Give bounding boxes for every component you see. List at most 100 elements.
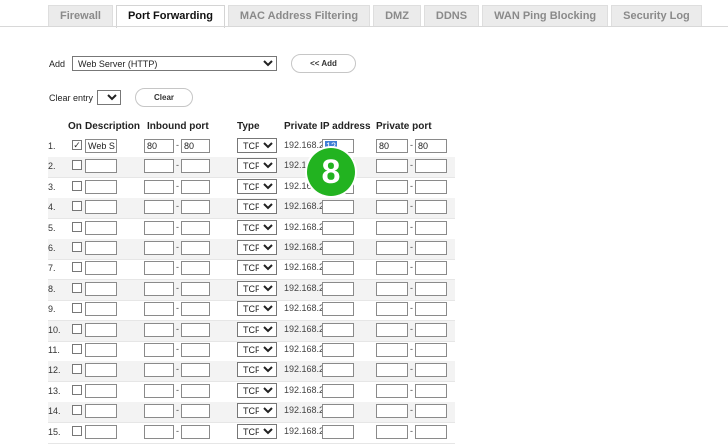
row-enable-checkbox[interactable]	[72, 364, 82, 374]
private-port-start-input[interactable]	[376, 221, 408, 235]
private-port-start-input[interactable]	[376, 159, 408, 173]
private-port-end-input[interactable]	[415, 180, 447, 194]
private-port-start-input[interactable]	[376, 261, 408, 275]
private-port-start-input[interactable]	[376, 363, 408, 377]
private-port-end-input[interactable]	[415, 282, 447, 296]
description-input[interactable]	[85, 343, 117, 357]
row-enable-checkbox[interactable]	[72, 405, 82, 415]
description-input[interactable]	[85, 241, 117, 255]
protocol-select[interactable]: TCP	[237, 240, 277, 255]
private-ip-last-octet-input[interactable]	[322, 261, 354, 275]
description-input[interactable]	[85, 159, 117, 173]
protocol-select[interactable]: TCP	[237, 342, 277, 357]
row-enable-checkbox[interactable]	[72, 283, 82, 293]
tab-dmz[interactable]: DMZ	[373, 5, 421, 27]
private-port-end-input[interactable]	[415, 221, 447, 235]
inbound-port-end-input[interactable]	[181, 241, 210, 255]
row-enable-checkbox[interactable]	[72, 201, 82, 211]
private-port-start-input[interactable]: 80	[376, 139, 408, 153]
private-ip-last-octet-input[interactable]	[322, 323, 354, 337]
protocol-select[interactable]: TCP	[237, 158, 277, 173]
private-ip-last-octet-input[interactable]	[322, 200, 354, 214]
row-enable-checkbox[interactable]	[72, 262, 82, 272]
private-port-end-input[interactable]	[415, 200, 447, 214]
private-port-end-input[interactable]	[415, 404, 447, 418]
description-input[interactable]	[85, 384, 117, 398]
private-port-start-input[interactable]	[376, 343, 408, 357]
private-port-start-input[interactable]	[376, 425, 408, 439]
inbound-port-start-input[interactable]	[144, 241, 174, 255]
inbound-port-start-input[interactable]	[144, 363, 174, 377]
inbound-port-end-input[interactable]	[181, 323, 210, 337]
row-enable-checkbox[interactable]	[72, 242, 82, 252]
private-ip-last-octet-input[interactable]	[322, 221, 354, 235]
private-port-start-input[interactable]	[376, 180, 408, 194]
tab-wan-ping-blocking[interactable]: WAN Ping Blocking	[482, 5, 609, 27]
add-button[interactable]: << Add	[291, 54, 357, 73]
private-port-end-input[interactable]	[415, 343, 447, 357]
protocol-select[interactable]: TCP	[237, 281, 277, 296]
tab-ddns[interactable]: DDNS	[423, 5, 480, 27]
tab-port-forwarding[interactable]: Port Forwarding	[115, 5, 225, 28]
inbound-port-start-input[interactable]	[144, 221, 174, 235]
inbound-port-end-input[interactable]	[181, 261, 210, 275]
description-input[interactable]: Web S	[85, 139, 117, 153]
private-port-start-input[interactable]	[376, 384, 408, 398]
protocol-select[interactable]: TCP	[237, 260, 277, 275]
private-port-start-input[interactable]	[376, 323, 408, 337]
private-port-end-input[interactable]	[415, 302, 447, 316]
clear-button[interactable]: Clear	[135, 88, 194, 107]
inbound-port-start-input[interactable]	[144, 323, 174, 337]
private-ip-last-octet-input[interactable]	[322, 384, 354, 398]
private-ip-last-octet-input[interactable]	[322, 343, 354, 357]
inbound-port-end-input[interactable]	[181, 282, 210, 296]
inbound-port-start-input[interactable]	[144, 384, 174, 398]
description-input[interactable]	[85, 221, 117, 235]
protocol-select[interactable]: TCP	[237, 179, 277, 194]
inbound-port-start-input[interactable]	[144, 180, 174, 194]
private-port-end-input[interactable]	[415, 261, 447, 275]
row-enable-checkbox[interactable]	[72, 181, 82, 191]
service-select[interactable]: Web Server (HTTP)	[72, 56, 278, 71]
private-ip-last-octet-input[interactable]	[322, 363, 354, 377]
row-enable-checkbox[interactable]	[72, 222, 82, 232]
private-port-end-input[interactable]	[415, 159, 447, 173]
row-enable-checkbox[interactable]: ✓	[72, 140, 82, 150]
description-input[interactable]	[85, 425, 117, 439]
inbound-port-end-input[interactable]	[181, 200, 210, 214]
protocol-select[interactable]: TCP	[237, 383, 277, 398]
inbound-port-start-input[interactable]	[144, 343, 174, 357]
protocol-select[interactable]: TCP	[237, 322, 277, 337]
row-enable-checkbox[interactable]	[72, 385, 82, 395]
protocol-select[interactable]: TCP	[237, 424, 277, 439]
inbound-port-end-input[interactable]	[181, 221, 210, 235]
tab-mac-address-filtering[interactable]: MAC Address Filtering	[227, 5, 371, 27]
private-ip-last-octet-input[interactable]	[322, 425, 354, 439]
private-port-end-input[interactable]	[415, 384, 447, 398]
protocol-select[interactable]: TCP	[237, 220, 277, 235]
private-ip-last-octet-input[interactable]	[322, 404, 354, 418]
tab-firewall[interactable]: Firewall	[48, 5, 113, 27]
inbound-port-end-input[interactable]	[181, 384, 210, 398]
description-input[interactable]	[85, 363, 117, 377]
inbound-port-start-input[interactable]	[144, 282, 174, 296]
inbound-port-start-input[interactable]: 80	[144, 139, 174, 153]
private-port-start-input[interactable]	[376, 302, 408, 316]
tab-security-log[interactable]: Security Log	[611, 5, 702, 27]
private-ip-last-octet-input[interactable]	[322, 241, 354, 255]
row-enable-checkbox[interactable]	[72, 324, 82, 334]
row-enable-checkbox[interactable]	[72, 160, 82, 170]
inbound-port-start-input[interactable]	[144, 261, 174, 275]
private-port-end-input[interactable]: 80	[415, 139, 447, 153]
inbound-port-end-input[interactable]	[181, 363, 210, 377]
clear-entry-select[interactable]: 1	[97, 90, 122, 105]
protocol-select[interactable]: TCP	[237, 301, 277, 316]
private-port-end-input[interactable]	[415, 425, 447, 439]
inbound-port-start-input[interactable]	[144, 302, 174, 316]
protocol-select[interactable]: TCP	[237, 138, 277, 153]
inbound-port-end-input[interactable]	[181, 302, 210, 316]
inbound-port-start-input[interactable]	[144, 404, 174, 418]
inbound-port-end-input[interactable]	[181, 425, 210, 439]
inbound-port-start-input[interactable]	[144, 159, 174, 173]
description-input[interactable]	[85, 261, 117, 275]
